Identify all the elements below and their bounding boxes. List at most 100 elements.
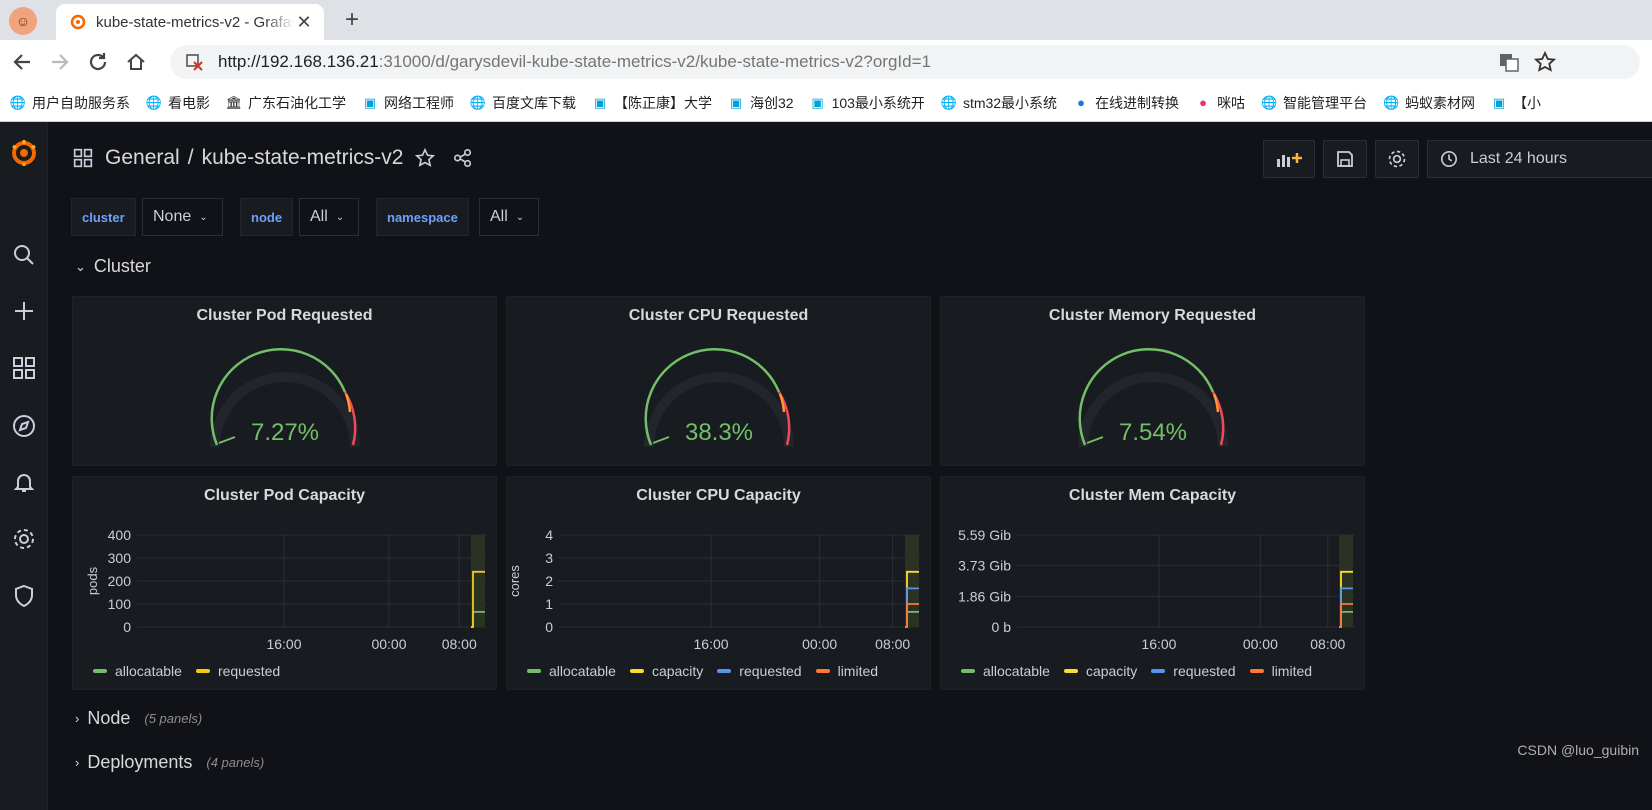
graph-panel[interactable]: Cluster Pod Capacity 400 300 200 100 0 16:00 0… bbox=[72, 476, 497, 690]
variable-label-cluster: cluster bbox=[71, 198, 136, 236]
bookmark-item[interactable]: 🌐 百度文库下载 bbox=[470, 93, 576, 113]
dashboard-title[interactable]: kube-state-metrics-v2 bbox=[202, 146, 404, 170]
bookmark-item[interactable]: ▣ 【小 bbox=[1491, 93, 1541, 113]
gauge-panel[interactable]: Cluster CPU Requested 38.3% bbox=[506, 296, 931, 466]
row-cluster[interactable]: ⌄ Cluster bbox=[75, 256, 151, 277]
legend-item-capacity[interactable]: capacity bbox=[629, 663, 704, 679]
reload-icon[interactable] bbox=[84, 48, 112, 76]
bookmark-item[interactable]: 🏛 广东石油化工学 bbox=[226, 93, 346, 113]
row-title: Node bbox=[87, 708, 131, 728]
legend-item-requested[interactable]: requested bbox=[717, 663, 802, 679]
plus-icon[interactable] bbox=[12, 299, 36, 323]
bookmark-item[interactable]: 🌐 stm32最小系统 bbox=[941, 93, 1057, 113]
back-arrow-icon[interactable] bbox=[8, 48, 36, 76]
alerting-bell-icon[interactable] bbox=[12, 470, 36, 494]
explore-compass-icon[interactable] bbox=[12, 414, 36, 438]
legend-label: requested bbox=[739, 663, 802, 679]
y-tick-label: 3.73 Gib bbox=[958, 558, 1011, 574]
bookmark-item[interactable]: ● 咪咕 bbox=[1195, 93, 1245, 113]
legend-swatch bbox=[527, 669, 541, 673]
server-admin-shield-icon[interactable] bbox=[12, 584, 36, 608]
row-deployments[interactable]: › Deployments (4 panels) bbox=[75, 752, 264, 773]
share-icon[interactable] bbox=[453, 148, 473, 168]
graph-panel[interactable]: Cluster CPU Capacity 4 3 2 1 0 16:00 00:00 08:0… bbox=[506, 476, 931, 690]
browser-tab[interactable]: kube-state-metrics-v2 - Grafana ✕ bbox=[56, 4, 324, 40]
graph-plot: 5.59 Gib 3.73 Gib 1.86 Gib 0 b 16:00 00:00 08:… bbox=[958, 527, 1355, 652]
variable-label-namespace: namespace bbox=[376, 198, 469, 236]
x-tick-label: 08:00 bbox=[1310, 636, 1345, 652]
chevron-down-icon: ⌄ bbox=[335, 211, 345, 223]
legend-label: capacity bbox=[651, 663, 704, 679]
graph-legend: allocatable requested bbox=[93, 663, 294, 679]
globe-icon: 🌐 bbox=[940, 94, 958, 110]
bookmark-star-icon[interactable] bbox=[1534, 51, 1556, 73]
bookmark-item[interactable]: ▣ 网络工程师 bbox=[362, 93, 454, 113]
bilibili-icon: ▣ bbox=[811, 94, 824, 110]
chevron-down-icon: ⌄ bbox=[75, 258, 86, 274]
row-node[interactable]: › Node (5 panels) bbox=[75, 708, 202, 729]
legend-item-capacity[interactable]: capacity bbox=[1063, 663, 1138, 679]
legend-item-allocatable[interactable]: allocatable bbox=[93, 663, 182, 679]
new-tab-button[interactable]: + bbox=[338, 6, 366, 34]
legend-label: requested bbox=[217, 663, 281, 679]
graph-panel[interactable]: Cluster Mem Capacity 5.59 Gib 3.73 Gib 1.8… bbox=[940, 476, 1365, 690]
variable-select-node[interactable]: All ⌄ bbox=[299, 198, 359, 236]
legend-label: limited bbox=[837, 663, 879, 679]
url-host: http://192.168.136.21 bbox=[218, 52, 379, 71]
forward-arrow-icon[interactable] bbox=[46, 48, 74, 76]
legend-item-requested[interactable]: requested bbox=[1151, 663, 1236, 679]
bookmark-item[interactable]: ● 在线进制转换 bbox=[1073, 93, 1179, 113]
legend-item-limited[interactable]: limited bbox=[815, 663, 879, 679]
save-icon bbox=[1337, 151, 1353, 167]
variable-select-namespace[interactable]: All ⌄ bbox=[479, 198, 539, 236]
translate-icon[interactable] bbox=[1498, 51, 1520, 73]
dashboard-settings-button[interactable] bbox=[1375, 140, 1419, 178]
add-panel-button[interactable] bbox=[1263, 140, 1315, 178]
search-icon[interactable] bbox=[12, 243, 36, 267]
panel-title: Cluster CPU Requested bbox=[628, 307, 809, 324]
tab-title: kube-state-metrics-v2 - Grafana bbox=[96, 13, 294, 31]
bookmark-item[interactable]: ▣ 103最小系统开 bbox=[810, 93, 925, 113]
bookmark-item[interactable]: 🌐 蚂蚁素材网 bbox=[1383, 93, 1475, 113]
globe-icon: 🌐 bbox=[1382, 94, 1400, 110]
chevron-down-icon: ⌄ bbox=[199, 211, 208, 223]
legend-label: capacity bbox=[1085, 663, 1138, 679]
y-tick-label: 4 bbox=[545, 527, 553, 543]
save-dashboard-button[interactable] bbox=[1323, 140, 1367, 178]
gauge-panel[interactable]: Cluster Memory Requested 7.54% bbox=[940, 296, 1365, 466]
bookmark-item[interactable]: 🌐 智能管理平台 bbox=[1261, 93, 1367, 113]
bookmark-item[interactable]: 🌐 看电影 bbox=[146, 93, 210, 113]
grafana-logo-icon[interactable] bbox=[9, 138, 39, 168]
variable-select-cluster[interactable]: None ⌄ bbox=[142, 198, 223, 236]
profile-avatar-icon[interactable]: ☺ bbox=[9, 7, 37, 35]
browser-tab-bar: ☺ kube-state-metrics-v2 - Grafana ✕ + bbox=[0, 0, 1652, 40]
grafana-side-menu bbox=[0, 122, 48, 810]
globe-icon: 🌐 bbox=[1260, 94, 1278, 110]
legend-label: allocatable bbox=[983, 663, 1050, 679]
y-tick-label: 3 bbox=[545, 550, 553, 566]
legend-swatch bbox=[1151, 669, 1166, 673]
legend-item-allocatable[interactable]: allocatable bbox=[961, 663, 1050, 679]
time-picker-button[interactable]: Last 24 hours bbox=[1427, 140, 1652, 178]
gauge-panel[interactable]: Cluster Pod Requested 7.27% bbox=[72, 296, 497, 466]
address-bar[interactable]: http://192.168.136.21:31000/d/garysdevil… bbox=[170, 45, 1640, 79]
bookmarks-bar: 🌐 用户自助服务系 🌐 看电影 🏛 广东石油化工学 ▣ 网络工程师 🌐 百度文库下载 ▣ 【… bbox=[0, 84, 1652, 122]
y-tick-label: 200 bbox=[108, 573, 132, 589]
legend-item-limited[interactable]: limited bbox=[1249, 663, 1312, 679]
configuration-gear-icon[interactable] bbox=[12, 527, 36, 551]
bilibili-icon: ▣ bbox=[593, 94, 607, 110]
tab-close-icon[interactable]: ✕ bbox=[294, 12, 314, 33]
gauge-value: 38.3% bbox=[684, 419, 754, 446]
url-text: http://192.168.136.21:31000/d/garysdevil… bbox=[218, 52, 931, 72]
bookmark-item[interactable]: 🌐 用户自助服务系 bbox=[10, 93, 130, 113]
migu-icon: ● bbox=[1199, 95, 1207, 110]
insecure-lock-icon[interactable] bbox=[184, 52, 204, 72]
bookmark-item[interactable]: ▣ 海创32 bbox=[728, 93, 794, 113]
legend-item-allocatable[interactable]: allocatable bbox=[527, 663, 616, 679]
folder-link[interactable]: General bbox=[105, 146, 180, 170]
dashboards-grid-icon[interactable] bbox=[12, 356, 36, 380]
star-icon[interactable] bbox=[415, 148, 436, 168]
bookmark-item[interactable]: ▣ 【陈正康】大学 bbox=[592, 93, 712, 113]
home-icon[interactable] bbox=[122, 48, 150, 76]
legend-item-requested[interactable]: requested bbox=[195, 663, 281, 679]
